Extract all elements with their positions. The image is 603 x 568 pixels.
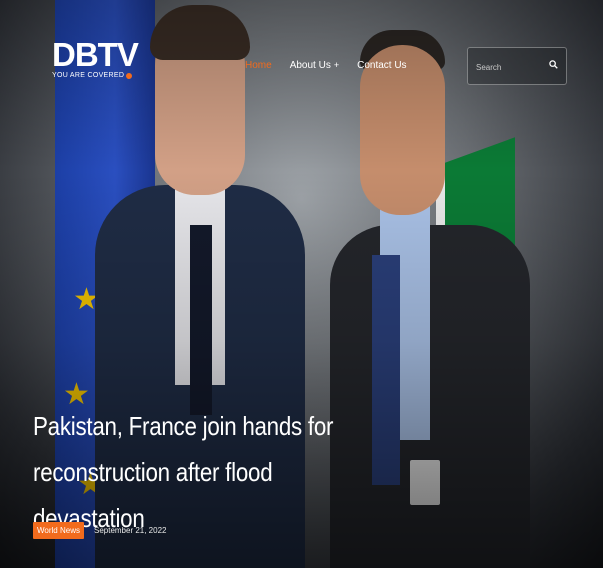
logo-tagline: YOU ARE COVERED	[52, 72, 125, 79]
search-icon[interactable]	[549, 60, 558, 69]
main-nav: Home About Us + Contact Us	[245, 60, 425, 71]
plus-icon: +	[333, 60, 340, 70]
nav-item-home[interactable]: Home	[245, 60, 272, 71]
article-date: September 21, 2022	[93, 526, 167, 535]
nav-item-about-us[interactable]: About Us +	[290, 60, 339, 71]
logo-dot-icon	[126, 72, 133, 79]
nav-item-contact-us[interactable]: Contact Us	[357, 60, 406, 71]
logo-tagline-row: YOU ARE COVERED	[52, 72, 138, 79]
article-title[interactable]: Pakistan, France join hands for reconstr…	[33, 403, 360, 541]
search-box	[467, 47, 567, 85]
category-badge[interactable]: World News	[33, 522, 84, 539]
search-input[interactable]	[474, 58, 548, 76]
nav-item-about-us-label: About Us	[289, 60, 331, 71]
article-meta: World News September 21, 2022	[33, 522, 166, 539]
logo-text: DBTV	[52, 36, 139, 73]
site-logo[interactable]: DBTV YOU ARE COVERED	[52, 36, 139, 79]
